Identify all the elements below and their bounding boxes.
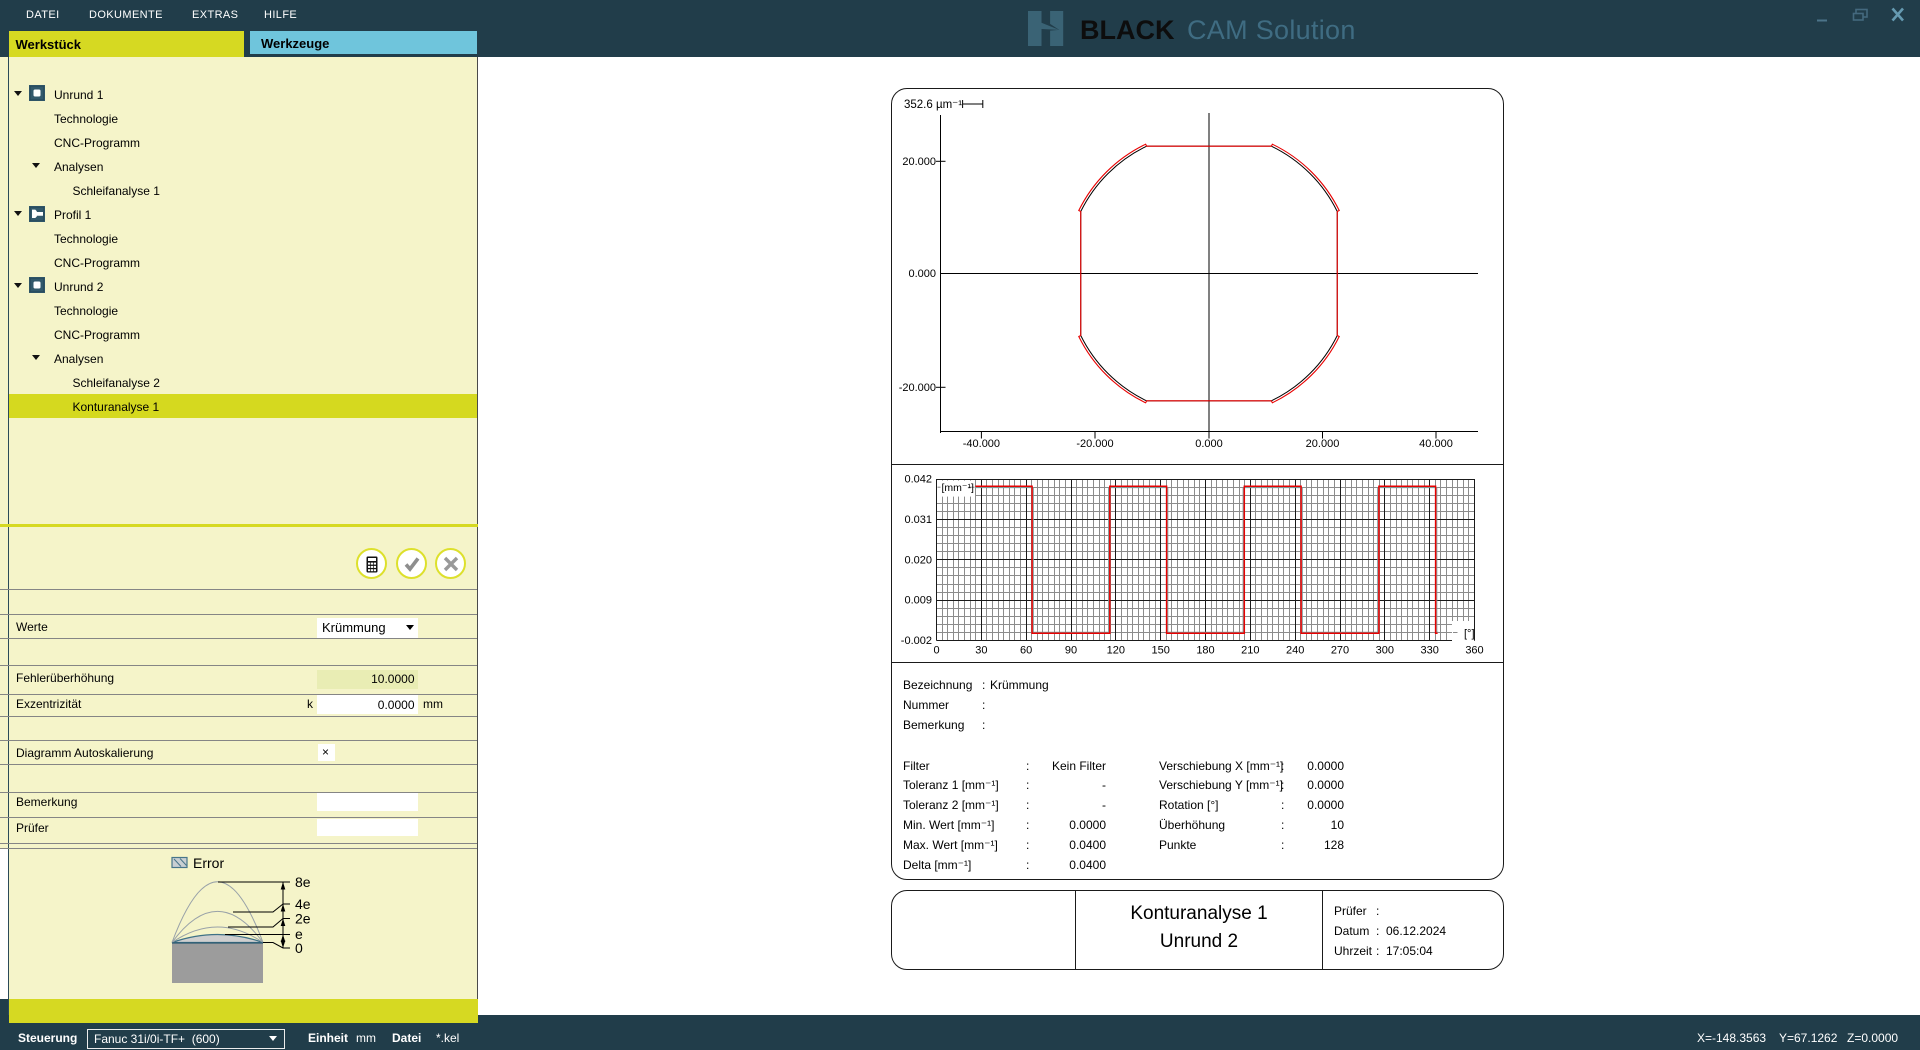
svg-text:0.009: 0.009 bbox=[904, 595, 932, 607]
svg-text:150: 150 bbox=[1151, 645, 1169, 657]
svg-text:40.000: 40.000 bbox=[1419, 438, 1453, 450]
svg-text:240: 240 bbox=[1286, 645, 1304, 657]
svg-text:30: 30 bbox=[975, 645, 987, 657]
svg-text:0.031: 0.031 bbox=[904, 514, 932, 526]
svg-text:8e: 8e bbox=[295, 874, 311, 890]
svg-text:90: 90 bbox=[1065, 645, 1077, 657]
svg-text:0.020: 0.020 bbox=[904, 554, 932, 566]
svg-text:270: 270 bbox=[1331, 645, 1349, 657]
svg-text:360: 360 bbox=[1465, 645, 1483, 657]
svg-text:300: 300 bbox=[1376, 645, 1394, 657]
svg-text:330: 330 bbox=[1420, 645, 1438, 657]
svg-text:20.000: 20.000 bbox=[1306, 438, 1340, 450]
svg-text:0: 0 bbox=[933, 645, 939, 657]
svg-text:-40.000: -40.000 bbox=[963, 438, 1000, 450]
svg-text:180: 180 bbox=[1196, 645, 1214, 657]
svg-text:0.042: 0.042 bbox=[904, 474, 932, 486]
svg-text:2e: 2e bbox=[295, 911, 311, 927]
svg-text:20.000: 20.000 bbox=[902, 156, 936, 168]
svg-text:60: 60 bbox=[1020, 645, 1032, 657]
svg-text:0.000: 0.000 bbox=[1195, 438, 1223, 450]
svg-text:-20.000: -20.000 bbox=[899, 382, 936, 394]
svg-text:120: 120 bbox=[1107, 645, 1125, 657]
svg-text:-0.002: -0.002 bbox=[901, 635, 932, 647]
svg-text:Error: Error bbox=[193, 855, 224, 871]
svg-text:0.000: 0.000 bbox=[908, 268, 936, 280]
svg-text:0: 0 bbox=[295, 940, 303, 956]
svg-text:352.6 µm⁻¹: 352.6 µm⁻¹ bbox=[904, 99, 962, 111]
svg-text:210: 210 bbox=[1241, 645, 1259, 657]
svg-text:[mm⁻¹]: [mm⁻¹] bbox=[942, 482, 974, 494]
svg-text:[°]: [°] bbox=[1464, 628, 1475, 640]
svg-text:-20.000: -20.000 bbox=[1076, 438, 1113, 450]
